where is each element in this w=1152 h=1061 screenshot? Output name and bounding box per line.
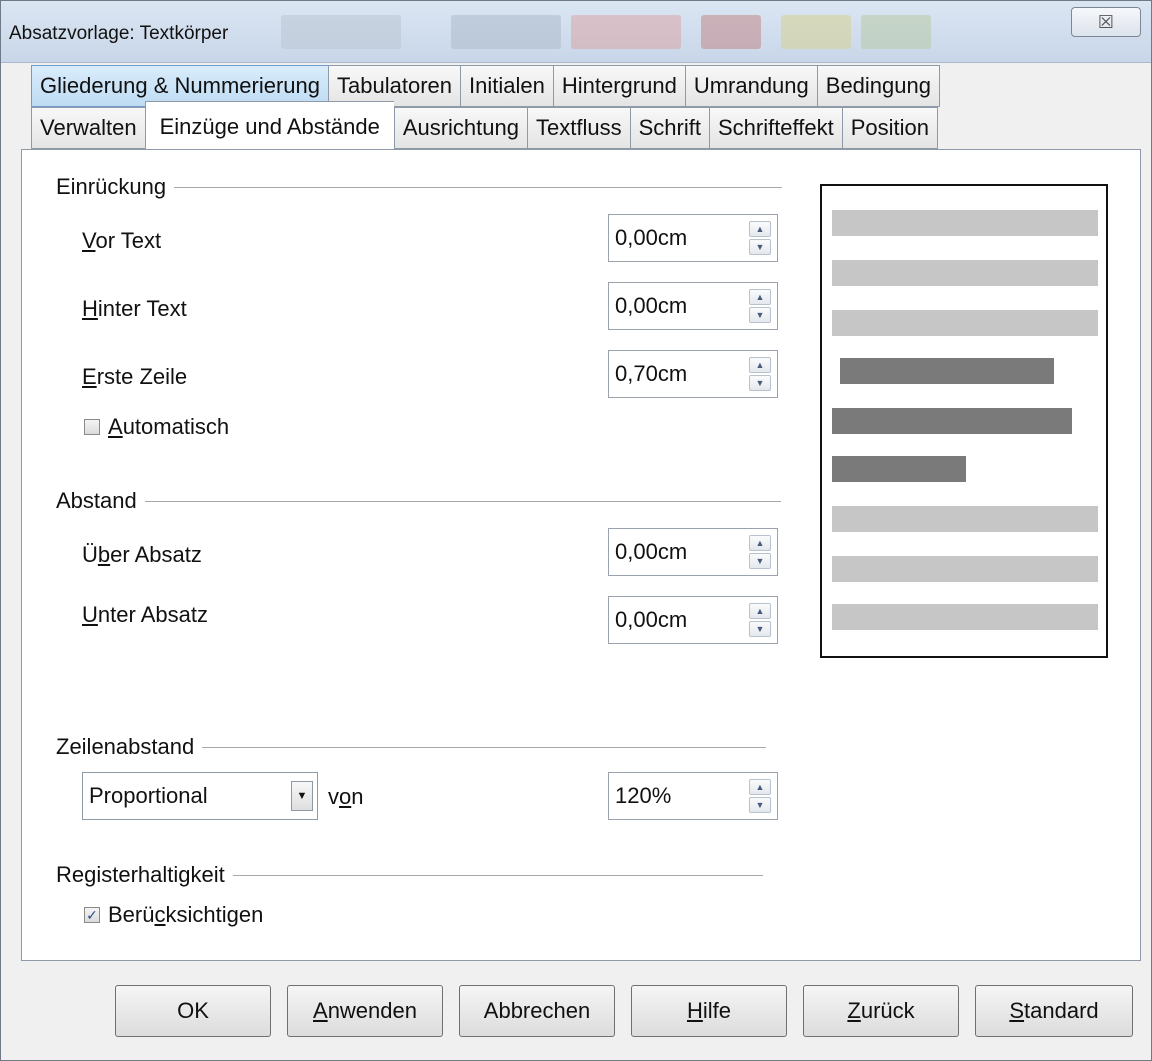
tab-textfluss[interactable]: Textfluss [527,107,630,149]
tab-ausrichtung[interactable]: Ausrichtung [393,107,527,149]
spin-arrows: ▲ ▼ [749,779,771,813]
spin-down-icon[interactable]: ▼ [749,553,771,569]
preview-line-light [832,210,1098,236]
first-line-spinbox[interactable]: 0,70cm ▲ ▼ [608,350,778,398]
ok-button[interactable]: OK [115,985,271,1037]
spin-arrows: ▲ ▼ [749,357,771,391]
line-spacing-mode[interactable]: Proportional [89,783,208,809]
label-before-text: Vor Text [82,228,162,253]
register-checkbox-row[interactable]: ✓ Berücksichtigen [84,902,263,928]
preview-line-light [832,506,1098,532]
line-spacing-value[interactable]: 120% [615,783,671,809]
automatic-checkbox-row[interactable]: Automatisch [84,414,229,440]
spin-down-icon[interactable]: ▼ [749,375,771,391]
section-title-register: Registerhaltigkeit [56,862,225,887]
preview-line-light [832,604,1098,630]
apply-button[interactable]: Anwenden [287,985,443,1037]
preview-line-light [832,310,1098,336]
background-toolbar-ghost [781,15,851,49]
tab-initialen[interactable]: Initialen [460,65,553,107]
spin-arrows: ▲ ▼ [749,535,771,569]
label-below-paragraph: Unter Absatz [82,602,208,627]
section-divider [232,874,763,876]
title-bar: Absatzvorlage: Textkörper ☒ [1,1,1151,63]
tab-verwalten[interactable]: Verwalten [31,107,145,149]
automatic-label: Automatisch [108,414,230,439]
chevron-down-icon[interactable]: ▼ [291,781,313,811]
after-text-value[interactable]: 0,00cm [615,293,687,319]
preview-line-dark [832,456,966,482]
above-paragraph-spinbox[interactable]: 0,00cm ▲ ▼ [608,528,778,576]
background-toolbar-ghost [701,15,761,49]
spin-down-icon[interactable]: ▼ [749,239,771,255]
label-first-line: Erste Zeile [82,364,188,389]
above-paragraph-value[interactable]: 0,00cm [615,539,687,565]
after-text-spinbox[interactable]: 0,00cm ▲ ▼ [608,282,778,330]
label-after-text: Hinter Text [82,296,187,321]
section-title-indent: Einrückung [56,174,167,199]
below-paragraph-spinbox[interactable]: 0,00cm ▲ ▼ [608,596,778,644]
background-toolbar-ghost [571,15,681,49]
dialog-window: Absatzvorlage: Textkörper ☒ Gliederung &… [0,0,1152,1061]
preview-line-light [832,260,1098,286]
spin-up-icon[interactable]: ▲ [749,779,771,795]
spin-up-icon[interactable]: ▲ [749,603,771,619]
tab-bedingung[interactable]: Bedingung [816,65,940,107]
spin-arrows: ▲ ▼ [749,221,771,255]
preview-line-light [832,556,1098,582]
first-line-value[interactable]: 0,70cm [615,361,687,387]
spin-down-icon[interactable]: ▼ [749,307,771,323]
automatic-checkbox[interactable] [84,419,100,435]
background-toolbar-ghost [861,15,931,49]
tab-row-2: Verwalten Einzüge und Abstände Ausrichtu… [31,101,938,149]
background-toolbar-ghost [451,15,561,49]
section-divider [202,746,767,748]
section-spacing: Abstand [56,488,781,514]
section-divider [174,186,783,188]
label-above-paragraph: Über Absatz [82,542,202,567]
before-text-spinbox[interactable]: 0,00cm ▲ ▼ [608,214,778,262]
label-of: von [328,784,364,809]
help-button[interactable]: Hilfe [631,985,787,1037]
before-text-value[interactable]: 0,00cm [615,225,687,251]
section-divider [144,500,781,502]
line-spacing-value-spinbox[interactable]: 120% ▲ ▼ [608,772,778,820]
section-title-line-spacing: Zeilenabstand [56,734,195,759]
tab-schrifteffekt[interactable]: Schrifteffekt [708,107,842,149]
section-indent: Einrückung [56,174,783,200]
spin-up-icon[interactable]: ▲ [749,289,771,305]
spin-down-icon[interactable]: ▼ [749,797,771,813]
default-button[interactable]: Standard [975,985,1133,1037]
tab-position[interactable]: Position [841,107,938,149]
section-title-spacing: Abstand [56,488,137,513]
register-label: Berücksichtigen [108,902,264,927]
tab-panel: Einrückung Vor Text 0,00cm ▲ ▼ Hinter Te… [21,149,1141,961]
preview-line-dark [832,408,1072,434]
spin-up-icon[interactable]: ▲ [749,221,771,237]
background-toolbar-ghost [281,15,401,49]
below-paragraph-value[interactable]: 0,00cm [615,607,687,633]
section-line-spacing: Zeilenabstand [56,734,767,760]
back-button[interactable]: Zurück [803,985,959,1037]
section-register: Registerhaltigkeit [56,862,763,888]
tab-umrandung[interactable]: Umrandung [684,65,817,107]
preview-line-dark [840,358,1054,384]
spin-arrows: ▲ ▼ [749,603,771,637]
spin-up-icon[interactable]: ▲ [749,535,771,551]
spin-arrows: ▲ ▼ [749,289,771,323]
tab-hintergrund[interactable]: Hintergrund [552,65,685,107]
tab-schrift[interactable]: Schrift [629,107,709,149]
spin-down-icon[interactable]: ▼ [749,621,771,637]
paragraph-preview [820,184,1108,658]
close-button[interactable]: ☒ [1071,7,1141,37]
spin-up-icon[interactable]: ▲ [749,357,771,373]
tab-einzuege-und-abstaende[interactable]: Einzüge und Abstände [144,101,394,149]
window-title: Absatzvorlage: Textkörper [9,23,229,44]
cancel-button[interactable]: Abbrechen [459,985,615,1037]
line-spacing-select[interactable]: Proportional ▼ [82,772,318,820]
register-checkbox[interactable]: ✓ [84,907,100,923]
